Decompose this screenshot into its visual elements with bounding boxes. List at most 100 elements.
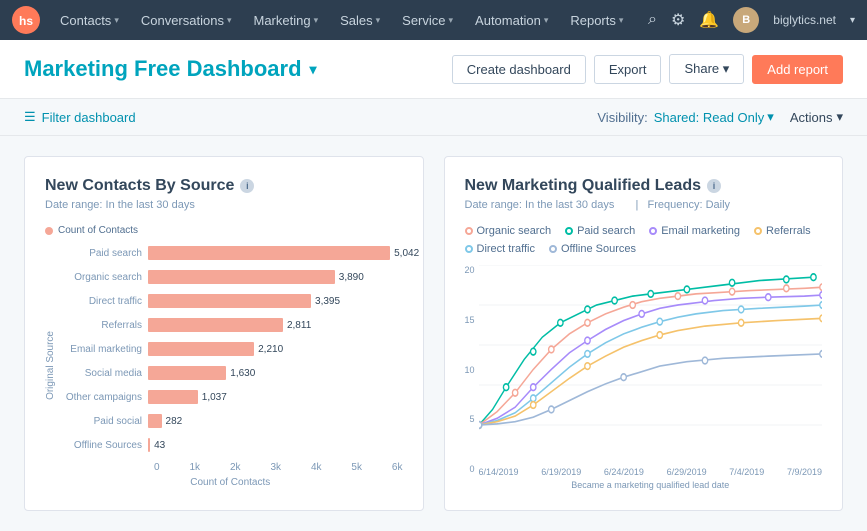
search-icon[interactable]: ⌕: [648, 11, 657, 29]
bar-fill: [148, 390, 198, 404]
svg-text:hs: hs: [19, 14, 33, 28]
bar-row: 2,210: [148, 338, 403, 360]
add-report-button[interactable]: Add report: [752, 55, 843, 84]
hubspot-logo[interactable]: hs: [12, 6, 40, 34]
avatar[interactable]: B: [733, 7, 759, 33]
bar-value: 1,630: [230, 368, 255, 379]
legend-direct-traffic: Direct traffic: [465, 243, 535, 255]
legend-email-marketing: Email marketing: [649, 225, 740, 237]
new-contacts-by-source-card: New Contacts By Source i Date range: In …: [24, 156, 424, 511]
legend-circle: [549, 245, 557, 253]
legend-referrals: Referrals: [754, 225, 811, 237]
visibility-dropdown-icon: ▾: [767, 109, 774, 125]
bar-value: 5,042: [394, 248, 419, 259]
bar-row: 2,811: [148, 314, 403, 336]
legend-dot: [45, 227, 53, 235]
bar-value: 2,210: [258, 344, 283, 355]
bar-row: 5,042: [148, 242, 403, 264]
x-axis: 0 1k 2k 3k 4k 5k 6k: [154, 458, 403, 473]
line-chart-svg: [479, 265, 822, 465]
account-dropdown-icon[interactable]: ▾: [850, 15, 855, 26]
bar-fill: [148, 366, 226, 380]
bar-row: 1,630: [148, 362, 403, 384]
legend-circle: [649, 227, 657, 235]
toolbar: ☰ Filter dashboard Visibility: Shared: R…: [0, 99, 867, 136]
line-x-axis-title: Became a marketing qualified lead date: [479, 480, 822, 490]
filter-icon: ☰: [24, 109, 36, 125]
bar-chart-title: New Contacts By Source i: [45, 177, 403, 195]
new-mql-card: New Marketing Qualified Leads i Date ran…: [444, 156, 844, 511]
line-y-axis-wrapper: 20 15 10 5 0: [465, 265, 477, 490]
bar-row: 43: [148, 434, 403, 456]
bar-legend: Count of Contacts: [45, 225, 403, 236]
bar-value: 282: [166, 416, 183, 427]
line-x-labels: 6/14/2019 6/19/2019 6/24/2019 6/29/2019 …: [479, 467, 822, 477]
bar-value: 2,811: [287, 320, 311, 331]
line-y-labels: 20 15 10 5 0: [465, 265, 477, 474]
actions-dropdown[interactable]: Actions ▾: [790, 109, 843, 125]
bar-rows: 5,042 3,890 3,395 2,811 2,210 1,630 1,03…: [148, 242, 403, 458]
bar-value: 1,037: [202, 392, 227, 403]
filter-dashboard-button[interactable]: ☰ Filter dashboard: [24, 109, 136, 125]
bar-fill: [148, 414, 162, 428]
bar-row: 3,395: [148, 290, 403, 312]
bar-value: 3,890: [339, 272, 364, 283]
bar-fill: [148, 294, 311, 308]
chevron-down-icon: ▾: [114, 15, 119, 26]
share-button[interactable]: Share ▾: [669, 54, 744, 84]
nav-contacts[interactable]: Contacts ▾: [50, 0, 129, 40]
settings-icon[interactable]: ⚙: [671, 10, 685, 30]
legend-circle: [465, 227, 473, 235]
line-chart-wrapper: 6/14/2019 6/19/2019 6/24/2019 6/29/2019 …: [479, 265, 822, 490]
info-icon[interactable]: i: [240, 179, 254, 193]
bar-row: 1,037: [148, 386, 403, 408]
bar-y-labels: Paid search Organic search Direct traffi…: [58, 242, 148, 458]
legend-circle: [465, 245, 473, 253]
bar-fill: [148, 270, 335, 284]
notifications-icon[interactable]: 🔔: [699, 10, 719, 30]
chevron-down-icon: ▾: [227, 15, 232, 26]
line-chart-subtitle: Date range: In the last 30 days | Freque…: [465, 199, 823, 211]
legend-paid-search: Paid search: [565, 225, 635, 237]
account-name[interactable]: biglytics.net: [773, 13, 836, 27]
export-button[interactable]: Export: [594, 55, 662, 84]
nav-automation[interactable]: Automation ▾: [465, 0, 558, 40]
x-axis-title: Count of Contacts: [58, 477, 403, 488]
legend-offline-sources: Offline Sources: [549, 243, 636, 255]
visibility-info: Visibility: Shared: Read Only ▾: [597, 109, 773, 125]
chevron-down-icon: ▾: [619, 15, 624, 26]
line-legend: Organic search Paid search Email marketi…: [465, 225, 823, 255]
visibility-dropdown[interactable]: Shared: Read Only ▾: [654, 109, 774, 125]
nav-icons: ⌕ ⚙ 🔔 B biglytics.net ▾: [648, 7, 855, 33]
actions-dropdown-icon: ▾: [836, 109, 843, 125]
dashboard: New Contacts By Source i Date range: In …: [0, 136, 867, 531]
page-header: Marketing Free Dashboard ▾ Create dashbo…: [0, 40, 867, 99]
legend-circle: [565, 227, 573, 235]
create-dashboard-button[interactable]: Create dashboard: [452, 55, 586, 84]
page-title: Marketing Free Dashboard ▾: [24, 56, 452, 82]
chevron-down-icon: ▾: [544, 15, 549, 26]
title-dropdown-icon[interactable]: ▾: [310, 61, 317, 78]
nav-conversations[interactable]: Conversations ▾: [131, 0, 242, 40]
bar-fill: [148, 246, 390, 260]
nav-service[interactable]: Service ▾: [392, 0, 463, 40]
nav-sales[interactable]: Sales ▾: [330, 0, 390, 40]
bar-row: 3,890: [148, 266, 403, 288]
bar-fill: [148, 438, 150, 452]
bar-value: 43: [154, 440, 165, 451]
y-axis-label: Original Source: [45, 331, 56, 400]
bar-value: 3,395: [315, 296, 340, 307]
info-icon-line[interactable]: i: [707, 179, 721, 193]
legend-organic-search: Organic search: [465, 225, 552, 237]
bar-fill: [148, 318, 283, 332]
chevron-down-icon: ▾: [314, 15, 319, 26]
legend-circle: [754, 227, 762, 235]
bar-row: 282: [148, 410, 403, 432]
nav-marketing[interactable]: Marketing ▾: [243, 0, 328, 40]
bar-chart: Paid search Organic search Direct traffi…: [58, 242, 403, 458]
navbar: hs Contacts ▾ Conversations ▾ Marketing …: [0, 0, 867, 40]
bar-chart-subtitle: Date range: In the last 30 days: [45, 199, 403, 211]
nav-reports[interactable]: Reports ▾: [560, 0, 633, 40]
share-dropdown-icon: ▾: [723, 61, 730, 76]
chevron-down-icon: ▾: [449, 15, 454, 26]
